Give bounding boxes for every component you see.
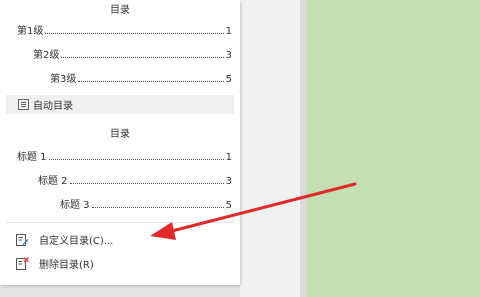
document-page bbox=[306, 0, 480, 297]
auto-toc-label: 自动目录 bbox=[33, 101, 73, 112]
toc-leader-dots bbox=[48, 159, 224, 160]
toc-leader-dots bbox=[78, 81, 224, 82]
toc-entry-label: 第3级 bbox=[50, 74, 77, 85]
toc-entry-heading-3: 标题 3 5 bbox=[60, 197, 232, 211]
toc-entry-label: 标题 3 bbox=[60, 200, 90, 211]
toc-list-icon bbox=[18, 99, 29, 110]
toc-entry-label: 第1级 bbox=[17, 26, 44, 37]
auto-toc-section-header: 自动目录 bbox=[6, 95, 234, 114]
toc-entry-label: 第2级 bbox=[33, 50, 60, 61]
toc-leader-dots bbox=[61, 57, 224, 58]
toc-entry-label: 标题 1 bbox=[17, 152, 47, 163]
toc-entry-level-1: 第1级 1 bbox=[17, 23, 232, 37]
edit-toc-icon bbox=[16, 233, 29, 246]
toc-entry-heading-1: 标题 1 1 bbox=[17, 149, 232, 163]
toc-entry-page: 5 bbox=[225, 74, 232, 85]
toc-entry-page: 1 bbox=[225, 26, 232, 37]
toc-template-title: 目录 bbox=[110, 129, 130, 140]
delete-toc-menu-item[interactable]: 删除目录(R) bbox=[6, 252, 234, 274]
toc-entry-level-2: 第2级 3 bbox=[33, 47, 232, 61]
document-canvas-strip bbox=[240, 0, 306, 297]
toc-entry-page: 3 bbox=[225, 176, 232, 187]
toc-entry-page: 5 bbox=[225, 200, 232, 211]
toc-entry-heading-2: 标题 2 3 bbox=[38, 173, 232, 187]
menu-divider bbox=[6, 222, 234, 223]
delete-toc-icon bbox=[16, 256, 29, 270]
custom-toc-label: 自定义目录(C)... bbox=[39, 235, 114, 247]
toc-template-title: 目录 bbox=[110, 5, 130, 16]
toc-dropdown-menu: 目录 第1级 1 第2级 3 第3级 5 自动目录 目录 标题 1 1 标题 2… bbox=[0, 0, 240, 285]
toc-entry-page: 1 bbox=[225, 152, 232, 163]
toc-leader-dots bbox=[91, 207, 224, 208]
custom-toc-menu-item[interactable]: 自定义目录(C)... bbox=[6, 228, 234, 250]
toc-entry-level-3: 第3级 5 bbox=[50, 71, 232, 85]
toc-entry-page: 3 bbox=[225, 50, 232, 61]
toc-leader-dots bbox=[69, 183, 224, 184]
delete-toc-label: 删除目录(R) bbox=[39, 259, 94, 271]
toc-leader-dots bbox=[45, 33, 224, 34]
toc-entry-label: 标题 2 bbox=[38, 176, 68, 187]
